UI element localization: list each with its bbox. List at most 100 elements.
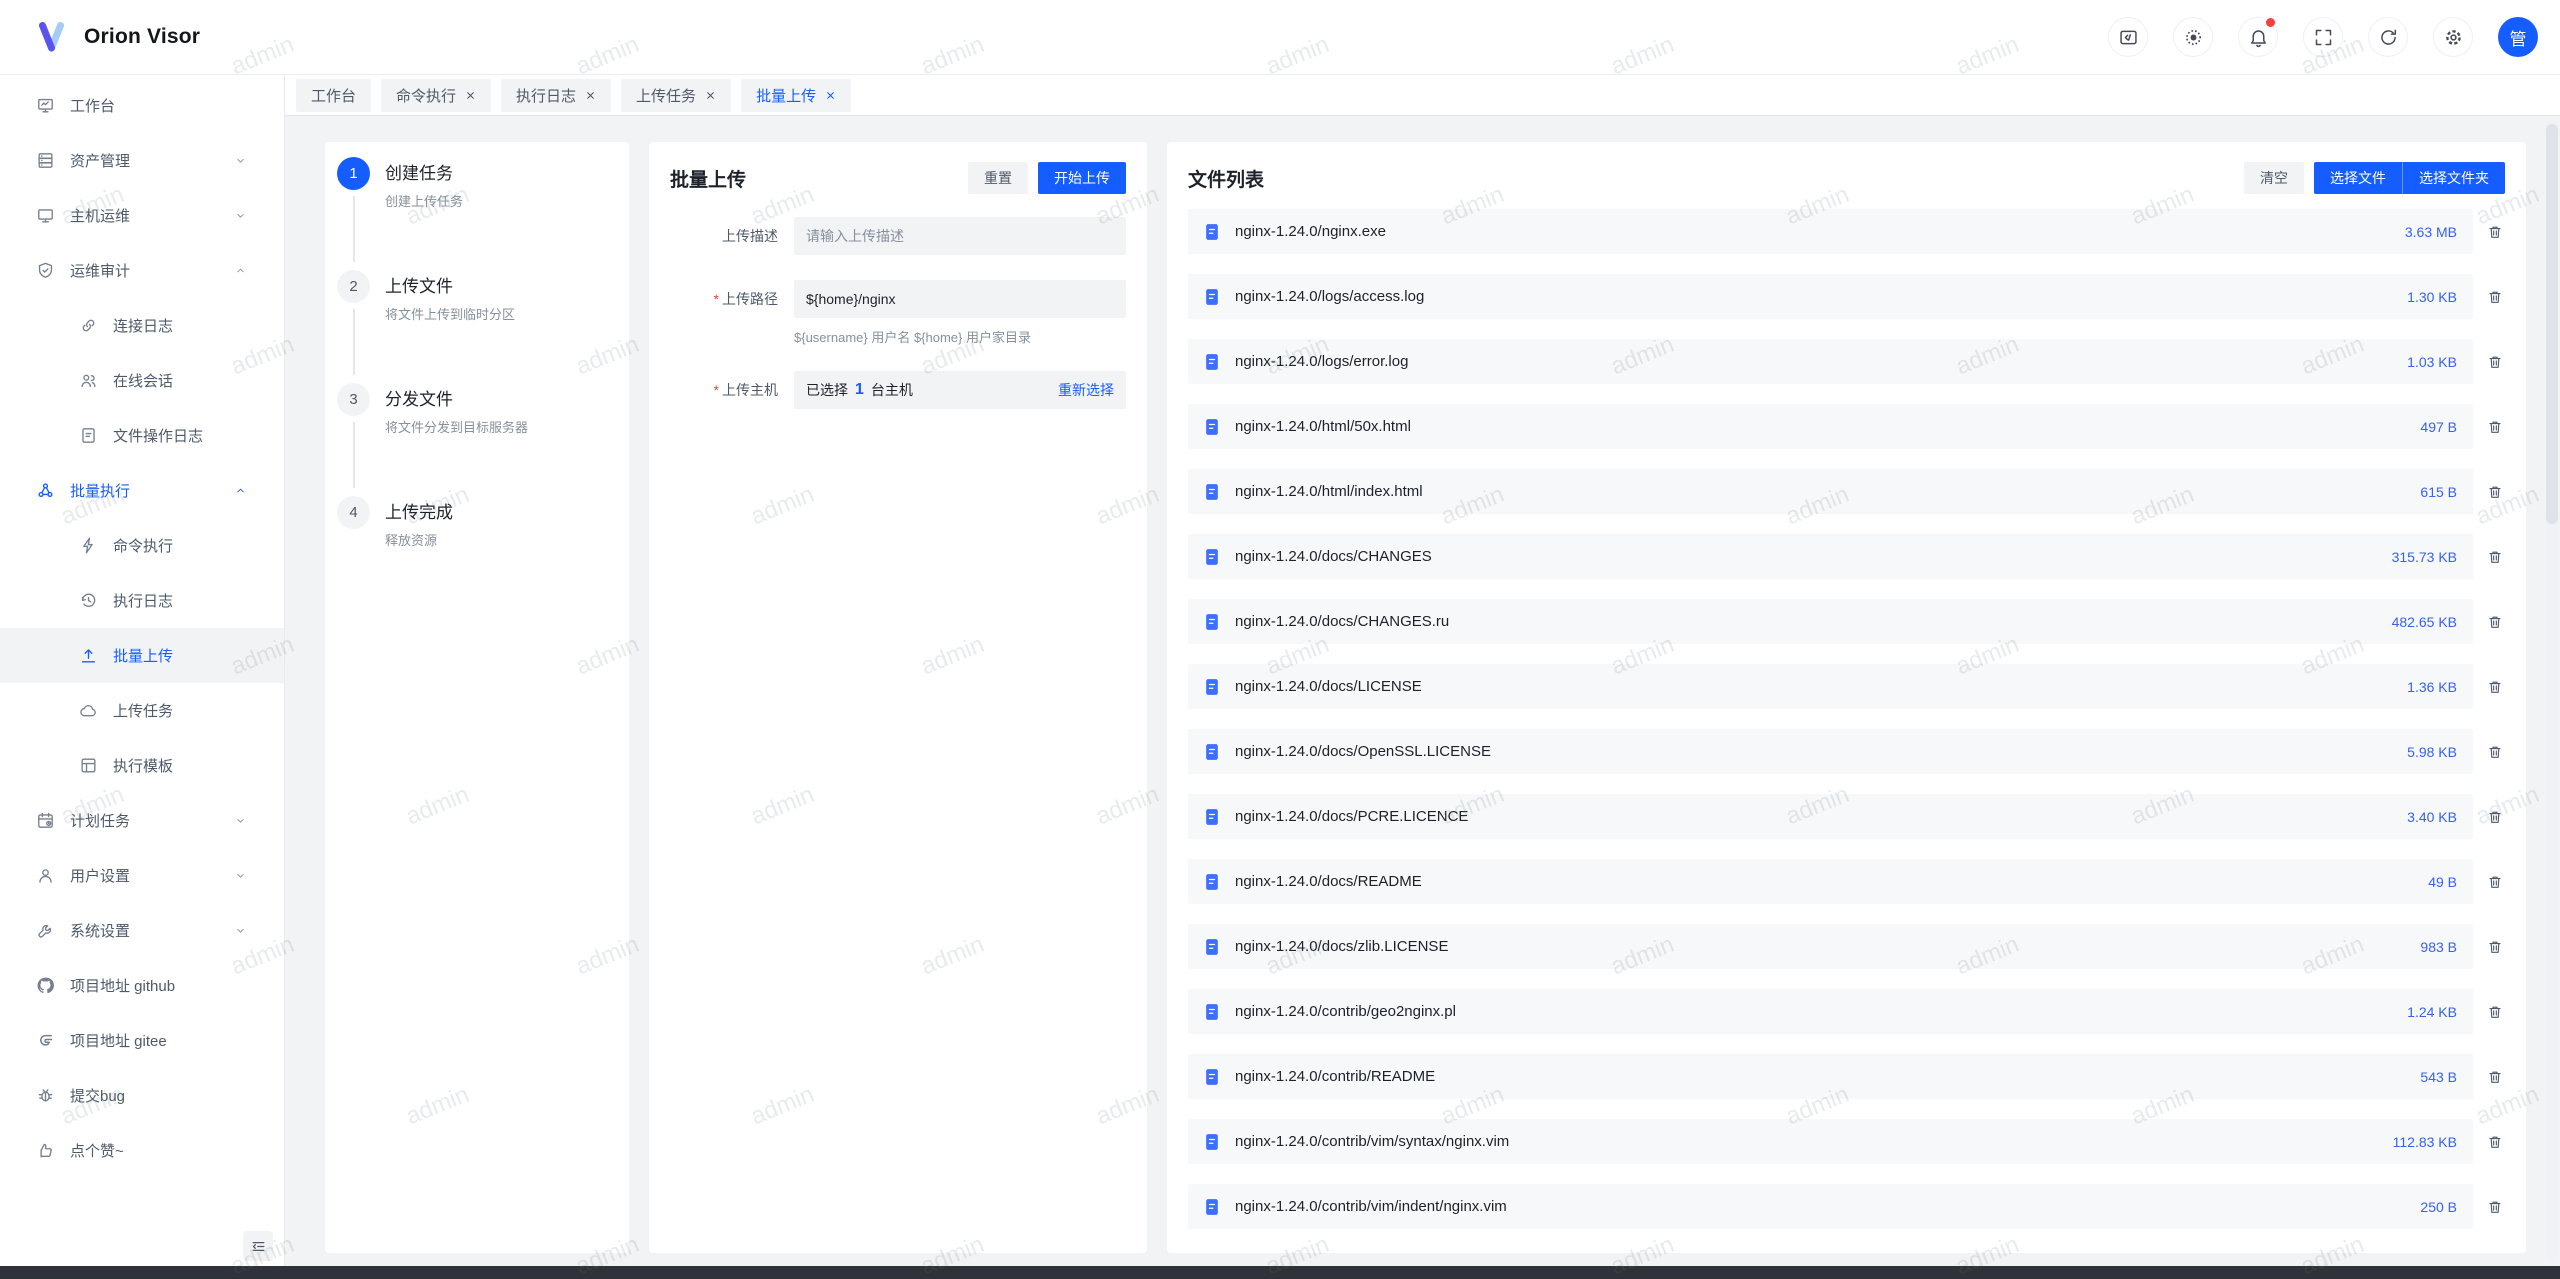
close-icon[interactable]: [825, 90, 836, 101]
sidebar-item-project-gitee[interactable]: 项目地址 gitee: [0, 1013, 284, 1068]
sidebar-item-online-session[interactable]: 在线会话: [0, 353, 284, 408]
sidebar-item-system-settings[interactable]: 系统设置: [0, 903, 284, 958]
sidebar-item-batch-upload[interactable]: 批量上传: [0, 628, 284, 683]
chevron-down-icon: [234, 209, 247, 222]
trash-icon: [2487, 744, 2503, 760]
orion-visor-logo-icon: [35, 21, 71, 53]
delete-file-button[interactable]: [2478, 215, 2512, 249]
link-icon: [79, 316, 98, 335]
delete-file-button[interactable]: [2478, 605, 2512, 639]
sidebar-item-label: 点个赞~: [70, 1140, 124, 1161]
sun-icon: [2183, 27, 2204, 48]
sidebar-item-submit-bug[interactable]: 提交bug: [0, 1068, 284, 1123]
sidebar-item-workbench[interactable]: 工作台: [0, 78, 284, 133]
tab-workbench[interactable]: 工作台: [296, 79, 371, 112]
sidebar-item-file-operation-log[interactable]: 文件操作日志: [0, 408, 284, 463]
code-button[interactable]: [2108, 17, 2148, 57]
upload-icon: [79, 646, 98, 665]
delete-file-button[interactable]: [2478, 540, 2512, 574]
theme-button[interactable]: [2173, 17, 2213, 57]
trash-icon: [2487, 679, 2503, 695]
sidebar-item-command-execution[interactable]: 命令执行: [0, 518, 284, 573]
lightning-icon: [79, 536, 98, 555]
file-row-body: nginx-1.24.0/contrib/README543 B: [1188, 1054, 2473, 1099]
close-icon[interactable]: [705, 90, 716, 101]
upload-desc-row: *上传描述: [670, 217, 1126, 255]
file-size: 5.98 KB: [2407, 744, 2457, 760]
sidebar-item-scheduled-task[interactable]: 计划任务: [0, 793, 284, 848]
select-folder-button[interactable]: 选择文件夹: [2402, 162, 2505, 194]
file-size: 1.36 KB: [2407, 679, 2457, 695]
delete-file-button[interactable]: [2478, 800, 2512, 834]
delete-file-button[interactable]: [2478, 735, 2512, 769]
file-row: nginx-1.24.0/docs/zlib.LICENSE983 B: [1188, 924, 2512, 969]
file-name: nginx-1.24.0/contrib/geo2nginx.pl: [1235, 1003, 2395, 1020]
sidebar-item-execution-log[interactable]: 执行日志: [0, 573, 284, 628]
sidebar-item-user-settings[interactable]: 用户设置: [0, 848, 284, 903]
sidebar-item-label: 用户设置: [70, 865, 130, 886]
delete-file-button[interactable]: [2478, 865, 2512, 899]
reselect-hosts-link[interactable]: 重新选择: [1058, 380, 1114, 400]
close-icon[interactable]: [585, 90, 596, 101]
delete-file-button[interactable]: [2478, 1125, 2512, 1159]
file-row: nginx-1.24.0/contrib/vim/syntax/nginx.vi…: [1188, 1119, 2512, 1164]
delete-file-button[interactable]: [2478, 930, 2512, 964]
delete-file-button[interactable]: [2478, 475, 2512, 509]
tab-command-execution[interactable]: 命令执行: [381, 79, 491, 112]
file-icon: [1202, 937, 1222, 957]
sidebar-item-label: 文件操作日志: [113, 425, 203, 446]
tab-batch-upload[interactable]: 批量上传: [741, 79, 851, 112]
tab-execution-log[interactable]: 执行日志: [501, 79, 611, 112]
sidebar-item-upload-task[interactable]: 上传任务: [0, 683, 284, 738]
upload-stepper-panel: 1创建任务创建上传任务2上传文件将文件上传到临时分区3分发文件将文件分发到目标服…: [325, 142, 629, 1253]
vertical-scrollbar[interactable]: [2546, 120, 2558, 1262]
delete-file-button[interactable]: [2478, 1190, 2512, 1224]
file-name: nginx-1.24.0/html/index.html: [1235, 483, 2408, 500]
sidebar-item-connection-log[interactable]: 连接日志: [0, 298, 284, 353]
sidebar-item-label: 在线会话: [113, 370, 173, 391]
clear-files-button[interactable]: 清空: [2244, 162, 2304, 194]
start-upload-button[interactable]: 开始上传: [1038, 162, 1126, 194]
sidebar-item-give-like[interactable]: 点个赞~: [0, 1123, 284, 1178]
settings-button[interactable]: [2433, 17, 2473, 57]
delete-file-button[interactable]: [2478, 345, 2512, 379]
delete-file-button[interactable]: [2478, 280, 2512, 314]
sidebar-item-batch-execution[interactable]: 批量执行: [0, 463, 284, 518]
file-row-body: nginx-1.24.0/contrib/vim/indent/nginx.vi…: [1188, 1184, 2473, 1229]
sidebar-item-asset-management[interactable]: 资产管理: [0, 133, 284, 188]
file-name: nginx-1.24.0/html/50x.html: [1235, 418, 2408, 435]
chevron-up-icon: [234, 264, 247, 277]
fullscreen-button[interactable]: [2303, 17, 2343, 57]
collapse-sidebar-button[interactable]: [243, 1231, 273, 1261]
file-row-body: nginx-1.24.0/docs/CHANGES315.73 KB: [1188, 534, 2473, 579]
trash-icon: [2487, 1199, 2503, 1215]
scrollbar-thumb[interactable]: [2546, 124, 2558, 524]
file-name: nginx-1.24.0/docs/OpenSSL.LICENSE: [1235, 743, 2395, 760]
sidebar-item-execution-template[interactable]: 执行模板: [0, 738, 284, 793]
file-icon: [1202, 1002, 1222, 1022]
trash-icon: [2487, 549, 2503, 565]
tab-upload-task[interactable]: 上传任务: [621, 79, 731, 112]
delete-file-button[interactable]: [2478, 410, 2512, 444]
select-file-button[interactable]: 选择文件: [2314, 162, 2402, 194]
sidebar-item-project-github[interactable]: 项目地址 github: [0, 958, 284, 1013]
sidebar-item-label: 执行日志: [113, 590, 173, 611]
reset-button[interactable]: 重置: [968, 162, 1028, 194]
refresh-icon: [2378, 27, 2399, 48]
upload-path-input[interactable]: [794, 280, 1126, 318]
notifications-button[interactable]: [2238, 17, 2278, 57]
trash-icon: [2487, 224, 2503, 240]
sidebar-item-host-ops[interactable]: 主机运维: [0, 188, 284, 243]
delete-file-button[interactable]: [2478, 670, 2512, 704]
upload-desc-input[interactable]: [794, 217, 1126, 255]
selected-hosts-suffix: 台主机: [871, 380, 913, 400]
file-row: nginx-1.24.0/docs/PCRE.LICENCE3.40 KB: [1188, 794, 2512, 839]
delete-file-button[interactable]: [2478, 995, 2512, 1029]
file-row-body: nginx-1.24.0/docs/PCRE.LICENCE3.40 KB: [1188, 794, 2473, 839]
user-avatar[interactable]: 管: [2498, 17, 2538, 57]
close-icon[interactable]: [465, 90, 476, 101]
delete-file-button[interactable]: [2478, 1060, 2512, 1094]
sidebar-item-ops-audit[interactable]: 运维审计: [0, 243, 284, 298]
file-text-icon: [79, 426, 98, 445]
refresh-button[interactable]: [2368, 17, 2408, 57]
